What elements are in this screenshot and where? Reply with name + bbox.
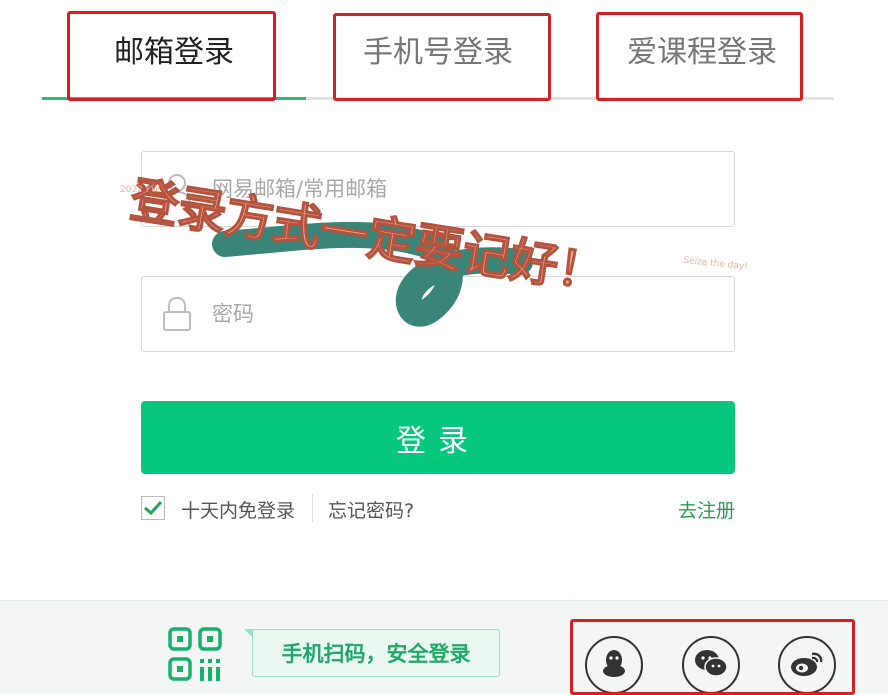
tab-icourse-login[interactable]: 爱课程登录 (570, 0, 834, 97)
annotation-tag-right: Seize the day! (683, 256, 748, 273)
options-divider (312, 494, 313, 522)
weibo-login-button[interactable] (778, 636, 836, 694)
qr-code-icon[interactable] (168, 627, 224, 687)
qq-icon (601, 648, 627, 682)
wechat-login-button[interactable] (682, 636, 740, 694)
lock-icon (142, 296, 212, 332)
tab-phone-login[interactable]: 手机号登录 (306, 0, 570, 97)
checkmark-icon (144, 501, 162, 515)
remember-label: 十天内免登录 (181, 500, 296, 522)
tab-active-indicator (42, 97, 306, 100)
login-tabs: 邮箱登录 手机号登录 爱课程登录 (42, 0, 834, 101)
wechat-icon (694, 649, 728, 681)
weibo-icon (790, 649, 824, 681)
remember-checkbox[interactable] (141, 496, 165, 520)
forgot-password-link[interactable]: 忘记密码? (328, 496, 414, 523)
register-link[interactable]: 去注册 (678, 496, 735, 523)
login-options: 十天内免登录 忘记密码? 去注册 (141, 494, 735, 524)
qr-hint-bubble[interactable]: 手机扫码，安全登录 (252, 629, 500, 677)
tab-email-login[interactable]: 邮箱登录 (42, 0, 306, 97)
password-field (141, 276, 735, 352)
username-input[interactable] (212, 177, 692, 201)
login-button[interactable]: 登录 (141, 401, 735, 474)
user-icon (142, 172, 212, 206)
qq-login-button[interactable] (585, 636, 643, 694)
password-input[interactable] (212, 302, 692, 326)
username-field (141, 151, 735, 227)
